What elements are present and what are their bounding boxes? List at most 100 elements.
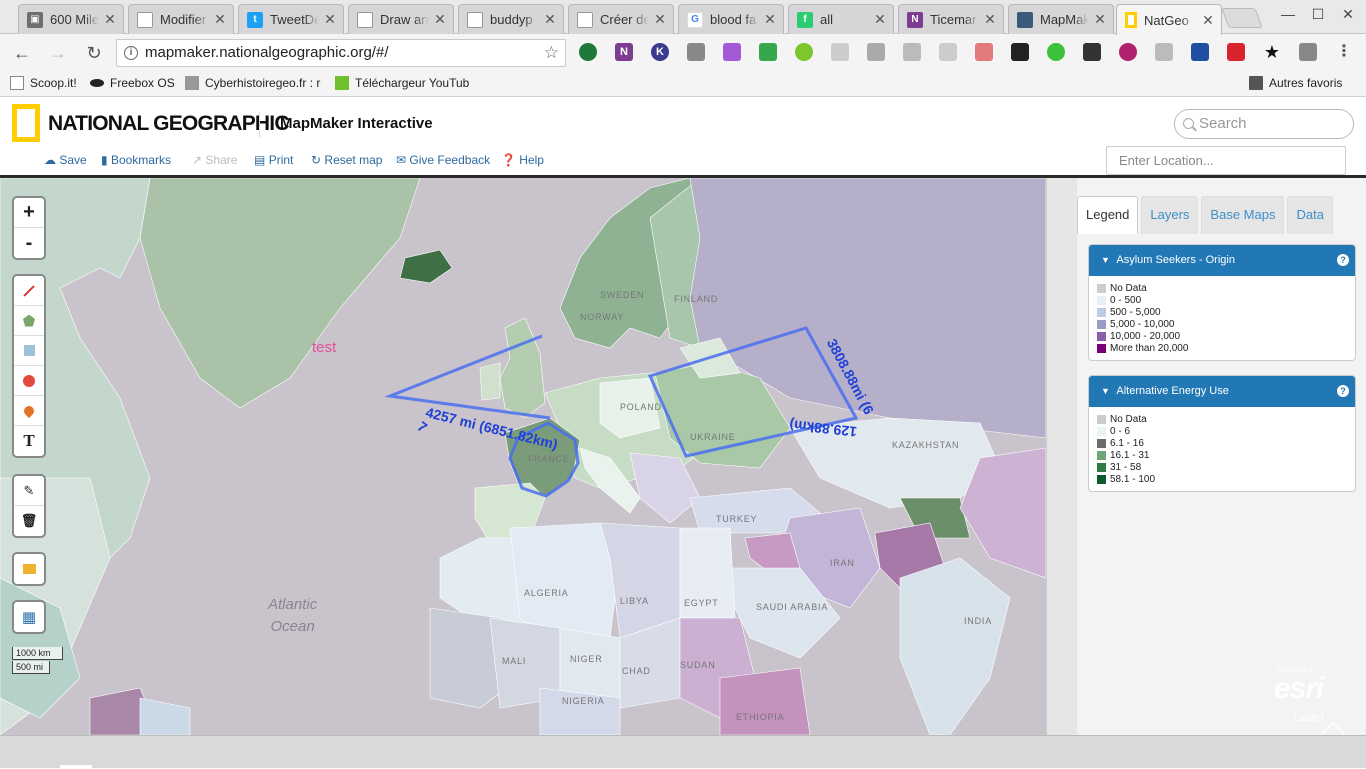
extension-icon[interactable] — [579, 43, 597, 61]
rss-icon[interactable] — [939, 43, 957, 61]
stack-extension-icon[interactable] — [903, 43, 921, 61]
camera-icon[interactable] — [687, 43, 705, 61]
tab-layers[interactable]: Layers — [1141, 196, 1199, 234]
anchor-icon[interactable] — [1155, 43, 1173, 61]
browser-tab[interactable]: f all ✕ — [788, 4, 894, 34]
gif-extension-icon[interactable] — [831, 43, 849, 61]
esri-logo[interactable]: esri — [1274, 672, 1324, 706]
browser-tab[interactable]: Modifier ✕ — [128, 4, 234, 34]
book-extension-icon[interactable] — [1191, 43, 1209, 61]
give-feedback-button[interactable]: ✉ Give Feedback — [396, 153, 490, 167]
refresh-extension-icon[interactable] — [1047, 43, 1065, 61]
share-icon: ↗ — [192, 153, 203, 167]
close-icon[interactable]: ✕ — [543, 11, 557, 28]
browser-tab[interactable]: Créer de ✕ — [568, 4, 674, 34]
brand-name[interactable]: NATIONAL GEOGRAPHIC — [48, 112, 290, 136]
new-tab-button[interactable] — [1221, 8, 1263, 28]
draw-text-button[interactable]: T — [14, 426, 44, 456]
window-close-icon[interactable]: ✕ — [1338, 6, 1358, 23]
info-icon[interactable]: i — [124, 46, 138, 60]
bookmarks-button[interactable]: ▮ Bookmarks — [101, 153, 171, 167]
cast-icon[interactable] — [1299, 43, 1317, 61]
bookmark-other[interactable]: Autres favoris — [1249, 76, 1342, 90]
search-input[interactable]: Search — [1174, 109, 1354, 139]
country-label: EGYPT — [684, 598, 719, 608]
zoom-in-button[interactable]: + — [14, 198, 44, 228]
help-button[interactable]: ❓ Help — [501, 153, 544, 167]
bookmark-youtube-downloader[interactable]: Téléchargeur YouTub — [335, 76, 470, 90]
green-dot-icon[interactable] — [795, 43, 813, 61]
star-extension-icon[interactable]: ★ — [1263, 43, 1281, 61]
k-extension-icon[interactable]: K — [651, 43, 669, 61]
maximize-icon[interactable]: ☐ — [1308, 6, 1328, 23]
close-icon[interactable]: ✕ — [653, 11, 667, 28]
location-input[interactable]: Enter Location... — [1106, 146, 1346, 175]
share-button[interactable]: ↗ Share — [192, 153, 237, 167]
draw-rectangle-button[interactable] — [14, 336, 44, 366]
forward-arrow-icon[interactable]: → — [46, 42, 70, 64]
browser-tab[interactable]: Draw an ✕ — [348, 4, 454, 34]
draw-polygon-button[interactable] — [14, 306, 44, 336]
map-annotation-text[interactable]: test — [312, 339, 336, 356]
reset-map-button[interactable]: ↻ Reset map — [311, 153, 382, 167]
browser-tab[interactable]: t TweetDe ✕ — [238, 4, 344, 34]
broadcast-icon[interactable] — [975, 43, 993, 61]
close-icon[interactable]: ✕ — [103, 11, 117, 28]
close-icon[interactable]: ✕ — [1201, 12, 1215, 29]
zoom-out-button[interactable]: - — [14, 228, 44, 258]
music-extension-icon[interactable] — [1119, 43, 1137, 61]
reload-icon[interactable]: ↻ — [82, 42, 106, 64]
legend-header[interactable]: ▼ Asylum Seekers - Origin ? — [1089, 245, 1355, 276]
draw-marker-button[interactable] — [14, 396, 44, 426]
map-canvas[interactable]: FINLAND SWEDEN NORWAY POLAND UKRAINE FRA… — [0, 178, 1046, 735]
feather-icon[interactable] — [723, 43, 741, 61]
browser-tab[interactable]: ▣ 600 Mile ✕ — [18, 4, 124, 34]
help-icon[interactable]: ? — [1337, 385, 1349, 397]
browser-tab[interactable]: buddyp ✕ — [458, 4, 564, 34]
bookmark-scoopit[interactable]: Scoop.it! — [10, 76, 77, 90]
close-icon[interactable]: ✕ — [983, 11, 997, 28]
scale-bar-mi: 500 mi — [12, 661, 50, 674]
back-arrow-icon[interactable]: ← — [10, 42, 34, 64]
close-icon[interactable]: ✕ — [873, 11, 887, 28]
edit-layers-button[interactable]: ✎ — [14, 476, 44, 506]
close-icon[interactable]: ✕ — [323, 11, 337, 28]
leaflet-attribution[interactable]: Leaflet — [1294, 713, 1324, 724]
browser-tab[interactable]: MapMak ✕ — [1008, 4, 1114, 34]
print-icon: ▤ — [254, 153, 266, 167]
tab-data[interactable]: Data — [1287, 196, 1333, 234]
browser-tab-active[interactable]: NatGeo ✕ — [1116, 4, 1222, 35]
qr-code-icon[interactable] — [1011, 43, 1029, 61]
print-button[interactable]: ▤ Print — [254, 153, 293, 167]
qr-code-icon[interactable] — [1083, 43, 1101, 61]
grid-button[interactable]: ▦ — [14, 602, 44, 632]
address-bar[interactable]: i mapmaker.nationalgeographic.org/#/ ☆ — [116, 39, 566, 67]
bookmark-cyberhistoiregeo[interactable]: Cyberhistoiregeo.fr : r — [185, 76, 321, 90]
close-icon[interactable]: ✕ — [763, 11, 777, 28]
printer-extension-icon[interactable] — [759, 43, 777, 61]
browser-tab[interactable]: G blood fa ✕ — [678, 4, 784, 34]
close-icon[interactable]: ✕ — [213, 11, 227, 28]
tab-base-maps[interactable]: Base Maps — [1201, 196, 1285, 234]
menu-dots-icon[interactable]: ⋮ — [1335, 43, 1353, 61]
bookmark-freebox[interactable]: Freebox OS — [90, 76, 175, 90]
youtube-extension-icon[interactable] — [1227, 43, 1245, 61]
legend-item: No Data — [1097, 282, 1355, 294]
help-icon[interactable]: ? — [1337, 254, 1349, 266]
flag-button[interactable] — [14, 554, 44, 584]
save-button[interactable]: ☁ Save — [44, 153, 87, 167]
close-icon[interactable]: ✕ — [433, 11, 447, 28]
minimize-icon[interactable]: — — [1278, 6, 1298, 22]
delete-layers-button[interactable]: 🗑 — [14, 506, 44, 536]
legend-header[interactable]: ▼ Alternative Energy Use ? — [1089, 376, 1355, 407]
browser-tab[interactable]: N Ticemar ✕ — [898, 4, 1004, 34]
natgeo-logo[interactable] — [12, 104, 40, 142]
legend-items: No Data 0 - 500 500 - 5,000 5,000 - 10,0… — [1089, 276, 1355, 360]
tab-legend[interactable]: Legend — [1077, 196, 1139, 234]
ni-extension-icon[interactable] — [867, 43, 885, 61]
close-icon[interactable]: ✕ — [1093, 11, 1107, 28]
draw-circle-button[interactable] — [14, 366, 44, 396]
bookmark-star-icon[interactable]: ☆ — [544, 40, 559, 66]
draw-line-button[interactable] — [14, 276, 44, 306]
onenote-extension-icon[interactable]: N — [615, 43, 633, 61]
